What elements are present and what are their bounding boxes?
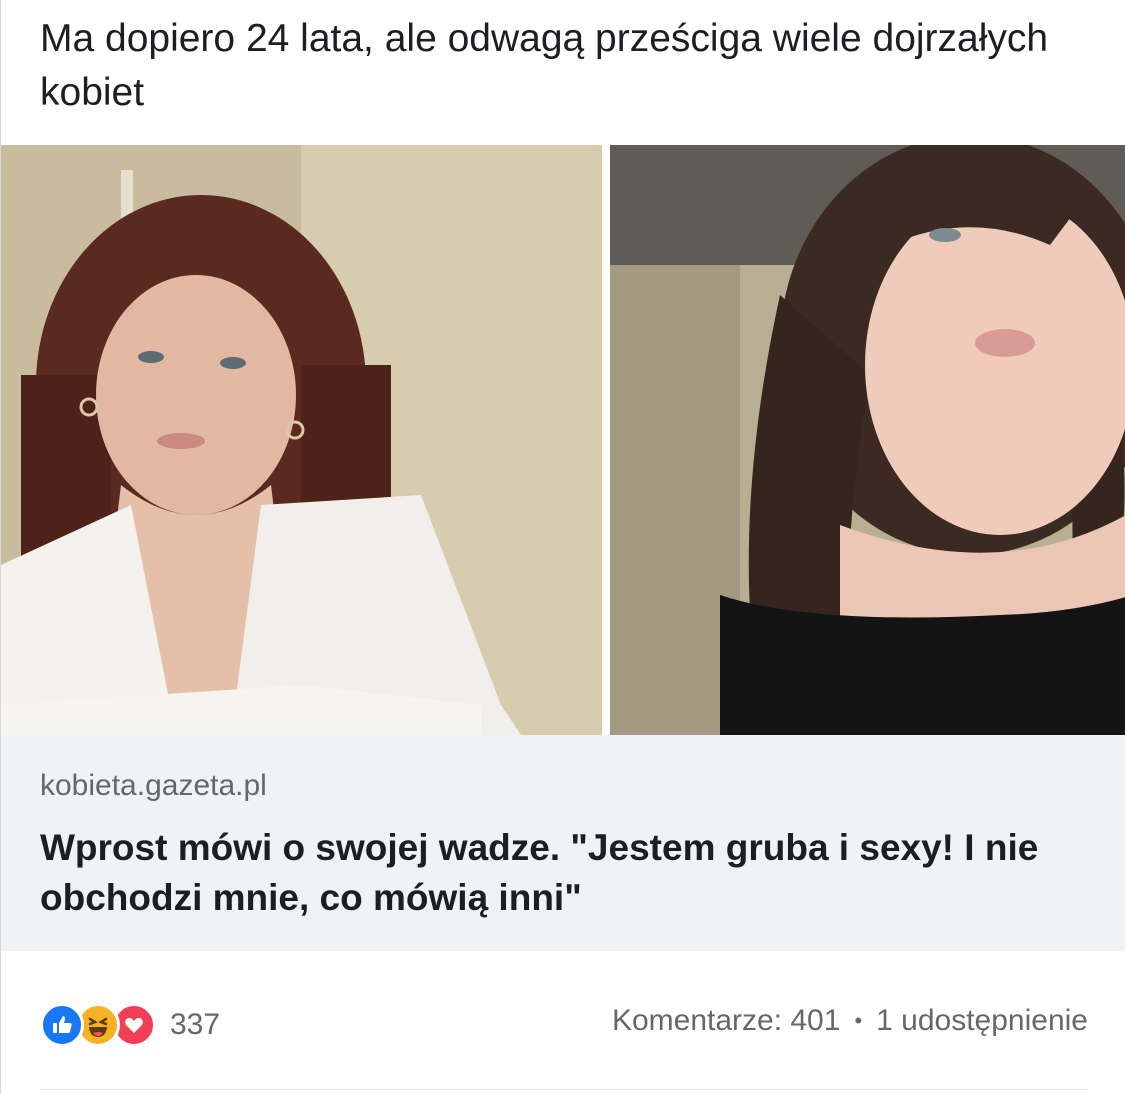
post-text: Ma dopiero 24 lata, ale odwagą prześciga… — [40, 17, 1049, 114]
woman-white-shirt-illustration — [1, 145, 602, 735]
woman-black-top-illustration — [610, 145, 1125, 735]
link-preview-card[interactable]: i kobieta.gazeta.pl Wprost mówi o swojej… — [1, 145, 1125, 951]
reaction-count: 337 — [170, 1008, 221, 1041]
link-domain: kobieta.gazeta.pl — [40, 769, 267, 802]
reactions-summary[interactable]: 337 — [40, 1003, 220, 1047]
comments-count-link[interactable]: Komentarze: 401 — [612, 1004, 840, 1038]
post-stats: Komentarze: 401 • 1 udostępnienie — [612, 1004, 1088, 1038]
facebook-post: Ma dopiero 24 lata, ale odwagą prześciga… — [0, 0, 1125, 1094]
engagement-bar: 337 Komentarze: 401 • 1 udostępnienie — [1, 951, 1125, 1094]
stats-separator: • — [854, 1008, 863, 1033]
shares-count-link[interactable]: 1 udostępnienie — [876, 1004, 1088, 1038]
woman-black-top-photo: i — [610, 145, 1125, 735]
link-headline[interactable]: Wprost mówi o swojej wadze. "Jestem grub… — [40, 823, 1090, 923]
divider — [40, 1089, 1088, 1090]
link-preview-images: i — [1, 145, 1125, 735]
woman-white-shirt-photo — [1, 145, 602, 735]
like-icon — [40, 1003, 84, 1047]
